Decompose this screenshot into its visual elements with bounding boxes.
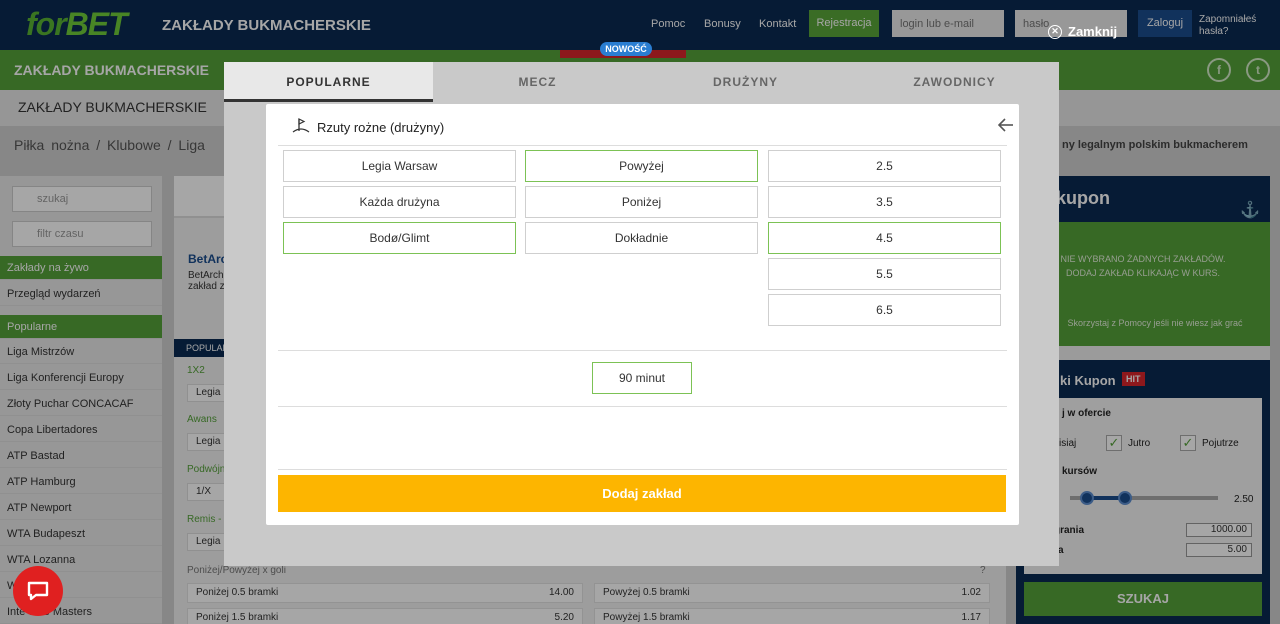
corner-flag-icon [292,118,310,133]
divider [278,350,1007,351]
modal-title: Rzuty rożne (drużyny) [317,120,445,135]
close-icon: ✕ [1048,24,1062,39]
corner-line-option[interactable]: 3.5 [768,186,1001,218]
modal-tab-popularne[interactable]: POPULARNE [224,62,433,102]
chat-bubble-icon [27,581,49,601]
corner-line-option[interactable]: 4.5 [768,222,1001,254]
team-option[interactable]: Każda drużyna [283,186,516,218]
corner-line-option[interactable]: 5.5 [768,258,1001,290]
bet-type-option[interactable]: Dokładnie [525,222,758,254]
team-option[interactable]: Legia Warsaw [283,150,516,182]
modal-tab-mecz[interactable]: MECZ [433,62,642,102]
bet-type-option[interactable]: Poniżej [525,186,758,218]
modal-header: Rzuty rożne (drużyny) [278,104,1013,146]
new-badge: NOWOŚĆ [600,42,652,56]
bet-type-option[interactable]: Powyżej [525,150,758,182]
modal-tab-zawodnicy[interactable]: ZAWODNICY [850,62,1059,102]
period-option[interactable]: 90 minut [592,362,692,394]
close-modal-button[interactable]: ✕ Zamknij [1048,24,1117,39]
corner-line-option[interactable]: 6.5 [768,294,1001,326]
divider [278,469,1007,470]
chat-button[interactable] [13,566,63,616]
close-label: Zamknij [1068,24,1118,39]
add-bet-button[interactable]: Dodaj zakład [278,475,1006,512]
team-option[interactable]: Bodø/Glimt [283,222,516,254]
market-modal: Rzuty rożne (drużyny) Legia Warsaw Każda … [266,104,1019,525]
divider [278,406,1007,407]
back-arrow-icon[interactable] [998,118,1014,132]
corner-line-option[interactable]: 2.5 [768,150,1001,182]
modal-tab-drużyny[interactable]: DRUŻYNY [641,62,850,102]
